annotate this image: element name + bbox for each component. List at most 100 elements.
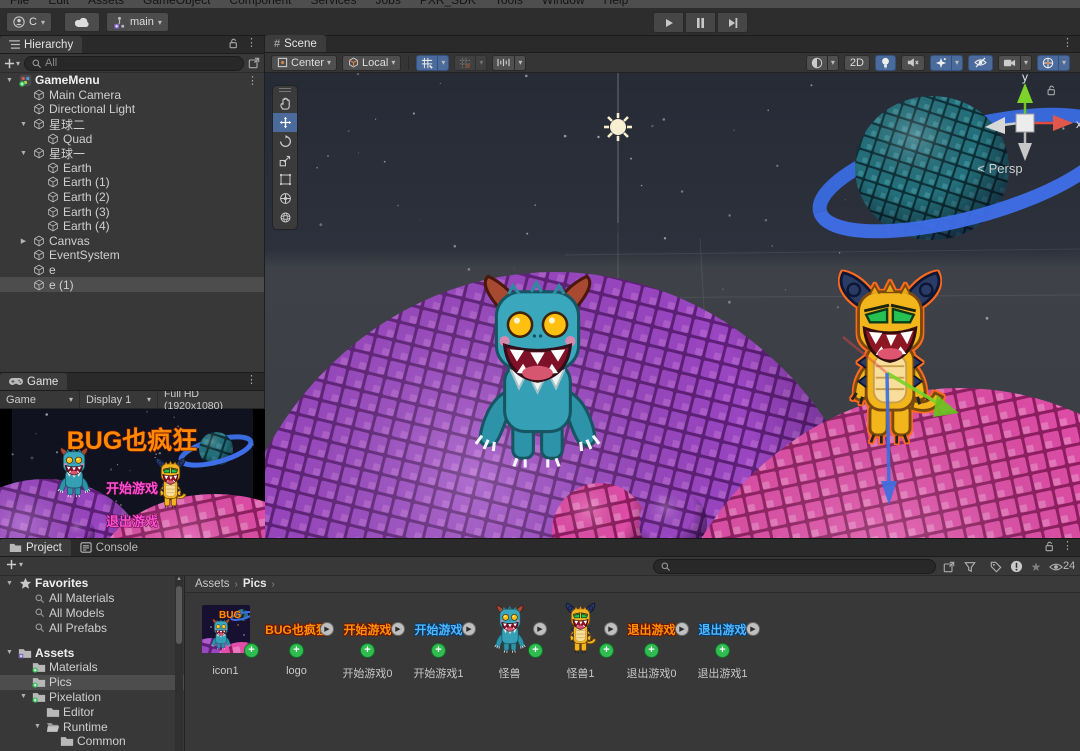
hierarchy-item-Earth (1)[interactable]: Earth (1) (0, 175, 264, 190)
lock-icon[interactable] (1044, 541, 1054, 552)
play-button[interactable] (653, 12, 684, 33)
create-button[interactable]: ▾ (4, 58, 20, 69)
menu-gameobject[interactable]: GameObject (143, 0, 210, 8)
hierarchy-item-Earth (2)[interactable]: Earth (2) (0, 190, 264, 205)
menu-component[interactable]: Component (229, 0, 291, 8)
overlay-drag-handle[interactable] (273, 86, 297, 94)
open-search-window-icon[interactable] (941, 559, 957, 574)
label-icon[interactable] (988, 559, 1004, 574)
project-tree-item-Runtime[interactable]: ▼Runtime (0, 719, 184, 734)
hierarchy-item-Canvas[interactable]: ▶Canvas (0, 234, 264, 249)
panel-menu-icon[interactable]: ⋮ (1058, 541, 1077, 552)
breadcrumb-pics[interactable]: Pics (243, 578, 267, 590)
hierarchy-item-EventSystem[interactable]: EventSystem (0, 248, 264, 263)
shading-mode-dropdown[interactable]: ▾ (806, 55, 839, 71)
asset-item-开始游戏1[interactable]: 开始游戏▶+开始游戏1 (403, 601, 474, 691)
expander-icon[interactable]: ▼ (4, 77, 15, 84)
hierarchy-search-input[interactable] (45, 57, 237, 69)
hierarchy-item-星球一[interactable]: ▼星球一 (0, 146, 264, 161)
hierarchy-item-星球二[interactable]: ▼星球二 (0, 117, 264, 132)
panel-menu-icon[interactable]: ⋮ (242, 38, 261, 49)
filter-by-type-icon[interactable] (962, 559, 978, 574)
expander-icon[interactable]: ▶ (18, 237, 29, 245)
item-kebab-menu[interactable]: ⋮ (247, 74, 258, 87)
hierarchy-item-Quad[interactable]: Quad (0, 131, 264, 146)
menu-window[interactable]: Window (542, 0, 585, 8)
expander-icon[interactable]: ▼ (4, 580, 15, 587)
project-search[interactable] (653, 559, 936, 574)
space-dropdown[interactable]: Local▾ (342, 55, 401, 71)
hierarchy-item-e[interactable]: e (0, 263, 264, 278)
preview-quit-button[interactable]: 退出游戏 (106, 514, 158, 529)
project-tree-item-All Prefabs[interactable]: All Prefabs (0, 620, 184, 635)
gizmos-dropdown[interactable]: ▾ (1037, 55, 1070, 71)
create-asset-button[interactable]: ▾ (6, 559, 23, 570)
expander-icon[interactable]: ▼ (18, 121, 29, 128)
visibility-eye-icon[interactable] (1048, 559, 1064, 574)
account-button[interactable]: C ▾ (6, 12, 52, 32)
breadcrumb-assets[interactable]: Assets (195, 578, 230, 590)
hierarchy-item-e (1)[interactable]: e (1) (0, 277, 264, 292)
resolution-dropdown[interactable]: Full HD (1920x1080) (158, 391, 264, 408)
hierarchy-item-GameMenu[interactable]: ▼GameMenu⋮ (0, 73, 264, 88)
pause-button[interactable] (685, 12, 716, 33)
menu-assets[interactable]: Assets (88, 0, 124, 8)
view-lock-icon[interactable] (1046, 85, 1056, 96)
project-tree-item-Materials[interactable]: Materials (0, 660, 184, 675)
snap-increment-dropdown[interactable]: ▾ (492, 55, 526, 71)
scale-tool-button[interactable] (273, 151, 297, 170)
expander-icon[interactable]: ▼ (18, 150, 29, 157)
panel-menu-icon[interactable]: ⋮ (1058, 38, 1077, 49)
preview-start-button[interactable]: 开始游戏 (106, 481, 158, 496)
project-tree-item-All Models[interactable]: All Models (0, 606, 184, 621)
menu-help[interactable]: Help (604, 0, 629, 8)
hierarchy-item-Earth[interactable]: Earth (0, 161, 264, 176)
transform-tool-button[interactable] (273, 189, 297, 208)
toggle-2d[interactable]: 2D (844, 55, 870, 71)
view-tool-button[interactable] (273, 94, 297, 113)
game-mode-dropdown[interactable]: Game▾ (0, 391, 80, 408)
menu-file[interactable]: File (10, 0, 29, 8)
asset-item-退出游戏0[interactable]: 退出游戏▶+退出游戏0 (616, 601, 687, 691)
pick-window-icon[interactable] (248, 57, 260, 69)
cloud-button[interactable] (64, 12, 100, 32)
persp-label[interactable]: < Persp (977, 161, 1022, 176)
project-tree-item-Common[interactable]: Common (0, 734, 184, 749)
tab-game[interactable]: Game (0, 373, 67, 390)
panel-menu-icon[interactable]: ⋮ (242, 375, 261, 386)
rotate-tool-button[interactable] (273, 132, 297, 151)
hierarchy-item-Earth (4)[interactable]: Earth (4) (0, 219, 264, 234)
hierarchy-search[interactable] (24, 56, 244, 71)
snap-toggle[interactable]: ▾ (454, 55, 487, 71)
project-tree-item-Editor[interactable]: Editor (0, 704, 184, 719)
pivot-dropdown[interactable]: Center▾ (271, 55, 337, 71)
display-dropdown[interactable]: Display 1▾ (80, 391, 158, 408)
menu-pxr_sdk[interactable]: PXR_SDK (420, 0, 476, 8)
camera-dropdown[interactable]: ▾ (998, 55, 1032, 71)
grid-snap-toggle[interactable]: ▾ (416, 55, 449, 71)
asset-item-怪兽1[interactable]: ▶+怪兽1 (545, 601, 616, 691)
step-button[interactable] (717, 12, 748, 33)
asset-item-退出游戏1[interactable]: 退出游戏▶+退出游戏1 (687, 601, 758, 691)
asset-item-logo[interactable]: BUG也疯狂▶+logo (261, 601, 332, 691)
tree-scrollbar[interactable]: ▲ (175, 576, 183, 751)
tab-project[interactable]: Project (0, 539, 71, 556)
alert-icon[interactable] (1008, 559, 1024, 574)
expander-icon[interactable]: ▼ (18, 693, 29, 700)
project-search-input[interactable] (674, 561, 929, 573)
lock-icon[interactable] (228, 38, 238, 49)
tab-hierarchy[interactable]: Hierarchy (0, 36, 82, 53)
expander-icon[interactable]: ▼ (32, 723, 43, 730)
expander-icon[interactable]: ▼ (4, 649, 15, 656)
hierarchy-item-Earth (3)[interactable]: Earth (3) (0, 204, 264, 219)
scene-canvas[interactable]: y x < Persp (265, 73, 1080, 538)
project-tree-item-Pics[interactable]: Pics (0, 675, 184, 690)
asset-item-怪兽[interactable]: ▶+怪兽 (474, 601, 545, 691)
menu-jobs[interactable]: Jobs (375, 0, 400, 8)
version-control-button[interactable]: main ▾ (106, 12, 169, 32)
project-tree-item-All Materials[interactable]: All Materials (0, 591, 184, 606)
project-tree-item-Pixelation[interactable]: ▼Pixelation (0, 690, 184, 705)
custom-tool-button[interactable] (273, 208, 297, 227)
scene-viewport[interactable]: y x < Persp (265, 73, 1080, 538)
asset-item-开始游戏0[interactable]: 开始游戏▶+开始游戏0 (332, 601, 403, 691)
